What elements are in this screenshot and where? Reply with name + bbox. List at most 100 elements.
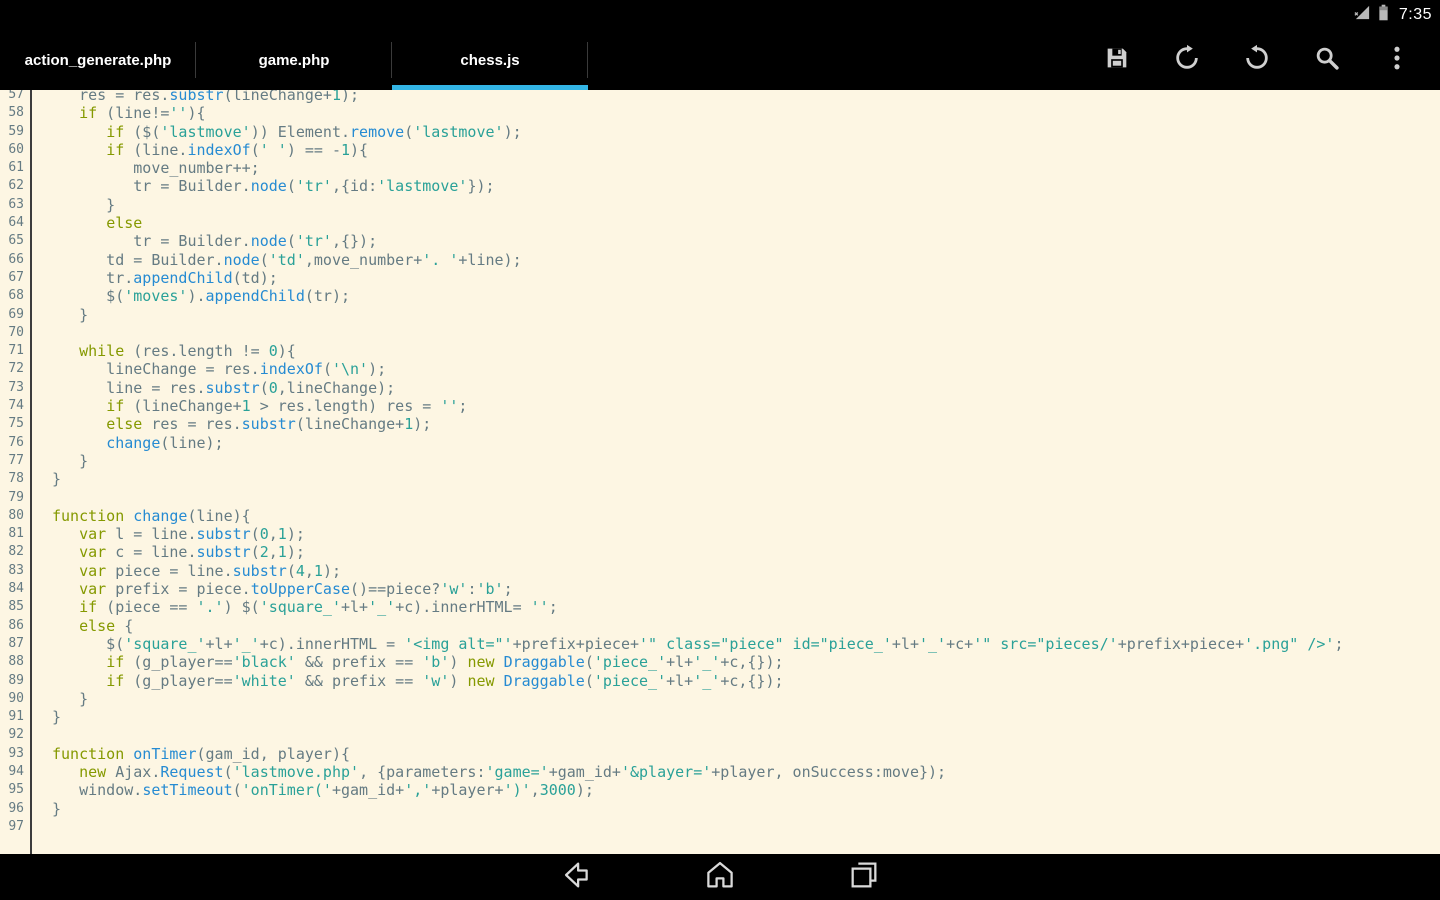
code-line: 83 var piece = line.substr(4,1); — [0, 562, 1440, 580]
navigation-bar — [0, 854, 1440, 900]
code-line: 77 } — [0, 452, 1440, 470]
line-number: 70 — [0, 324, 30, 342]
code-line: 64 else — [0, 214, 1440, 232]
code-line: 79 — [0, 489, 1440, 507]
code-text: $('square_'+l+'_'+c).innerHTML = '<img a… — [30, 635, 1343, 653]
code-editor[interactable]: 57 res = res.substr(lineChange+1);58 if … — [0, 90, 1440, 854]
code-text: $('moves').appendChild(tr); — [30, 287, 350, 305]
code-text: function change(line){ — [30, 507, 251, 525]
code-lines: 57 res = res.substr(lineChange+1);58 if … — [0, 90, 1440, 836]
line-number: 77 — [0, 452, 30, 470]
line-number: 87 — [0, 635, 30, 653]
code-line: 88 if (g_player=='black' && prefix == 'b… — [0, 653, 1440, 671]
code-line: 86 else { — [0, 617, 1440, 635]
line-number: 86 — [0, 617, 30, 635]
code-text: lineChange = res.indexOf('\n'); — [30, 360, 386, 378]
home-button[interactable] — [702, 859, 738, 895]
code-line: 78} — [0, 470, 1440, 488]
code-line: 73 line = res.substr(0,lineChange); — [0, 379, 1440, 397]
tab-chess.js[interactable]: chess.js — [392, 30, 588, 90]
code-line: 76 change(line); — [0, 434, 1440, 452]
code-line: 71 while (res.length != 0){ — [0, 342, 1440, 360]
code-text: new Ajax.Request('lastmove.php', {parame… — [30, 763, 946, 781]
tab-game.php[interactable]: game.php — [196, 30, 392, 90]
code-line: 81 var l = line.substr(0,1); — [0, 525, 1440, 543]
line-number: 84 — [0, 580, 30, 598]
code-line: 92 — [0, 726, 1440, 744]
tablet-screen: 7:35 action_generate.phpgame.phpchess.js — [0, 0, 1440, 900]
line-number: 64 — [0, 214, 30, 232]
code-line: 89 if (g_player=='white' && prefix == 'w… — [0, 672, 1440, 690]
line-number: 83 — [0, 562, 30, 580]
search-icon — [1313, 44, 1341, 77]
code-text: tr = Builder.node('tr',{id:'lastmove'}); — [30, 177, 495, 195]
code-line: 68 $('moves').appendChild(tr); — [0, 287, 1440, 305]
code-text: if (piece == '.') $('square_'+l+'_'+c).i… — [30, 598, 558, 616]
code-line: 97 — [0, 818, 1440, 836]
file-tabs: action_generate.phpgame.phpchess.js — [0, 30, 588, 90]
code-line: 57 res = res.substr(lineChange+1); — [0, 90, 1440, 104]
code-line: 59 if ($('lastmove')) Element.remove('la… — [0, 123, 1440, 141]
line-number: 85 — [0, 598, 30, 616]
code-text — [30, 489, 52, 507]
redo-button[interactable] — [1222, 30, 1292, 90]
action-bar: action_generate.phpgame.phpchess.js — [0, 30, 1440, 90]
line-number: 67 — [0, 269, 30, 287]
line-number: 95 — [0, 781, 30, 799]
code-text: tr.appendChild(td); — [30, 269, 278, 287]
recents-button[interactable] — [846, 859, 882, 895]
line-number: 60 — [0, 141, 30, 159]
code-line: 82 var c = line.substr(2,1); — [0, 543, 1440, 561]
line-number: 97 — [0, 818, 30, 836]
line-number: 93 — [0, 745, 30, 763]
undo-button[interactable] — [1152, 30, 1222, 90]
code-line: 69 } — [0, 306, 1440, 324]
status-bar: 7:35 — [0, 0, 1440, 30]
code-text: res = res.substr(lineChange+1); — [30, 90, 359, 104]
code-line: 58 if (line!=''){ — [0, 104, 1440, 122]
line-number: 63 — [0, 196, 30, 214]
code-text: var l = line.substr(0,1); — [30, 525, 305, 543]
code-line: 61 move_number++; — [0, 159, 1440, 177]
code-text: if ($('lastmove')) Element.remove('lastm… — [30, 123, 522, 141]
line-number: 62 — [0, 177, 30, 195]
recents-icon — [847, 858, 881, 897]
battery-icon — [1378, 4, 1389, 26]
code-text: } — [30, 306, 88, 324]
code-text: while (res.length != 0){ — [30, 342, 296, 360]
code-text: else res = res.substr(lineChange+1); — [30, 415, 431, 433]
line-number: 91 — [0, 708, 30, 726]
code-text: } — [30, 196, 115, 214]
overflow-menu-button[interactable] — [1362, 30, 1432, 90]
line-number: 92 — [0, 726, 30, 744]
line-number: 94 — [0, 763, 30, 781]
line-number: 72 — [0, 360, 30, 378]
code-text: if (g_player=='white' && prefix == 'w') … — [30, 672, 784, 690]
code-text: window.setTimeout('onTimer('+gam_id+','+… — [30, 781, 594, 799]
line-number: 66 — [0, 251, 30, 269]
code-text: move_number++; — [30, 159, 260, 177]
code-text: if (line!=''){ — [30, 104, 206, 122]
code-line: 66 td = Builder.node('td',move_number+'.… — [0, 251, 1440, 269]
undo-icon — [1173, 44, 1201, 77]
network-signal-icon — [1354, 4, 1371, 26]
line-number: 69 — [0, 306, 30, 324]
code-line: 84 var prefix = piece.toUpperCase()==pie… — [0, 580, 1440, 598]
back-button[interactable] — [558, 859, 594, 895]
line-number: 82 — [0, 543, 30, 561]
code-text: if (g_player=='black' && prefix == 'b') … — [30, 653, 784, 671]
code-text: var piece = line.substr(4,1); — [30, 562, 341, 580]
line-number: 65 — [0, 232, 30, 250]
tab-action_generate.php[interactable]: action_generate.php — [0, 30, 196, 90]
status-clock: 7:35 — [1399, 6, 1432, 24]
code-text: function onTimer(gam_id, player){ — [30, 745, 350, 763]
save-button[interactable] — [1082, 30, 1152, 90]
code-text: tr = Builder.node('tr',{}); — [30, 232, 377, 250]
line-number: 88 — [0, 653, 30, 671]
line-number: 81 — [0, 525, 30, 543]
search-button[interactable] — [1292, 30, 1362, 90]
overflow-menu-icon — [1383, 44, 1411, 77]
code-text: } — [30, 690, 88, 708]
line-number: 90 — [0, 690, 30, 708]
code-line: 90 } — [0, 690, 1440, 708]
